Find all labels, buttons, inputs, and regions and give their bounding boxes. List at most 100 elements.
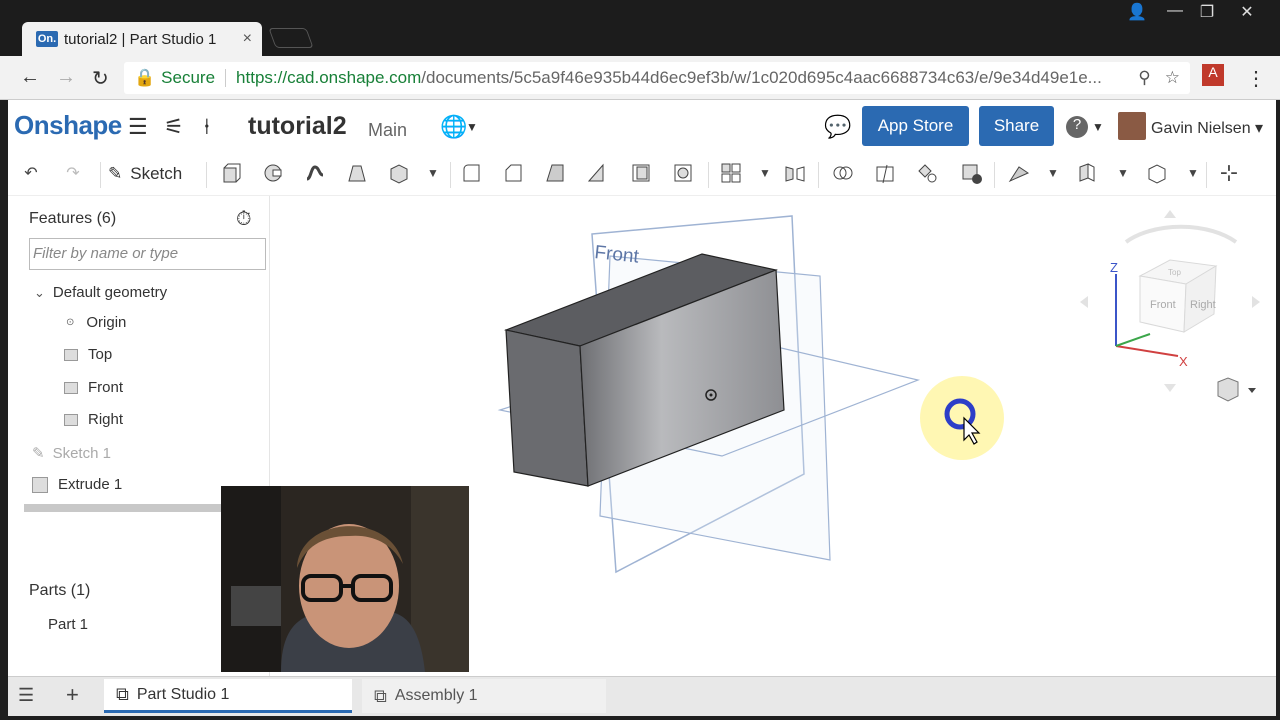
- feature-origin[interactable]: ⊙ Origin: [66, 314, 126, 331]
- feature-extrude-1[interactable]: Extrude 1: [32, 476, 122, 493]
- globe-icon[interactable]: 🌐: [440, 114, 467, 140]
- loft-icon[interactable]: [344, 160, 370, 186]
- document-tabs-bar: ☰ + ⧉ Part Studio 1 ⧉ Assembly 1: [8, 676, 1276, 716]
- onshape-logo[interactable]: Onshape: [14, 110, 122, 141]
- pattern-icon[interactable]: [718, 160, 744, 186]
- shell-icon[interactable]: [628, 160, 654, 186]
- part-1-item[interactable]: Part 1: [48, 616, 88, 633]
- close-tab-icon[interactable]: ×: [243, 30, 252, 48]
- panel-scrollbar[interactable]: [24, 504, 234, 512]
- delete-part-icon[interactable]: [958, 160, 984, 186]
- browser-tab[interactable]: On. tutorial2 | Part Studio 1 ×: [22, 22, 262, 56]
- address-bar: ← → ↻ 🔒 Secure https://cad.onshape.com/d…: [0, 56, 1280, 100]
- sheet-metal-icon[interactable]: [1074, 160, 1100, 186]
- feature-right-plane[interactable]: Right: [64, 411, 123, 428]
- fillet-icon[interactable]: [458, 160, 484, 186]
- reload-icon[interactable]: ↻: [92, 66, 109, 91]
- revolve-icon[interactable]: [260, 160, 286, 186]
- forward-icon[interactable]: →: [56, 66, 76, 89]
- feature-top-plane[interactable]: Top: [64, 346, 112, 363]
- minimize-icon[interactable]: —: [1158, 2, 1192, 20]
- modify-fillet-icon[interactable]: [1006, 160, 1032, 186]
- mirror-icon[interactable]: [782, 160, 808, 186]
- chevron-down-icon[interactable]: ⌄: [34, 285, 45, 301]
- url-host: https://cad.onshape.com: [236, 68, 422, 87]
- help-chevron-icon[interactable]: ▼: [1092, 120, 1104, 134]
- thicken-icon[interactable]: [386, 160, 412, 186]
- chamfer-icon[interactable]: [500, 160, 526, 186]
- divider: [994, 162, 995, 188]
- presenter-video: [221, 486, 469, 672]
- onshape-favicon-icon: On.: [36, 31, 58, 47]
- back-icon[interactable]: ←: [20, 66, 40, 89]
- plane-icon: [64, 381, 78, 394]
- divider: [206, 162, 207, 188]
- insert-icon[interactable]: ⍿: [204, 114, 210, 140]
- extrude-icon: [32, 476, 48, 493]
- chevron-down-icon[interactable]: ▼: [466, 120, 478, 134]
- feature-front-plane[interactable]: Front: [64, 379, 123, 396]
- document-title[interactable]: tutorial2: [248, 112, 347, 141]
- plane-icon[interactable]: [1144, 160, 1170, 186]
- chevron-down-icon[interactable]: [1248, 388, 1256, 393]
- tab-part-studio-1[interactable]: ⧉ Part Studio 1: [104, 679, 352, 713]
- chevron-down-icon[interactable]: ▼: [1180, 160, 1206, 186]
- view-cube[interactable]: Front Right Top: [1080, 210, 1260, 392]
- box-left-face[interactable]: [505, 329, 589, 487]
- tab-manager-icon[interactable]: ☰: [18, 685, 34, 706]
- add-custom-feature-icon[interactable]: ⊹: [1216, 160, 1242, 186]
- front-plane-label: Front: [593, 242, 640, 268]
- filter-input[interactable]: Filter by name or type: [29, 238, 266, 270]
- user-name[interactable]: Gavin Nielsen ▾: [1151, 118, 1263, 138]
- sketch-button[interactable]: ✎ Sketch: [108, 160, 182, 188]
- boolean-icon[interactable]: [830, 160, 856, 186]
- add-tab-icon[interactable]: +: [66, 682, 79, 708]
- help-icon[interactable]: ?: [1066, 116, 1088, 138]
- feature-list-icon[interactable]: ⚟: [164, 114, 184, 140]
- menu-kebab-icon[interactable]: ⋮: [1246, 66, 1266, 91]
- divider: [100, 162, 101, 188]
- feature-sketch-1[interactable]: ✎ Sketch 1: [32, 444, 111, 463]
- document-branch[interactable]: Main: [368, 120, 407, 141]
- transform-icon[interactable]: [914, 160, 940, 186]
- sweep-icon[interactable]: [302, 160, 328, 186]
- avatar[interactable]: [1118, 112, 1146, 140]
- hamburger-menu-icon[interactable]: ☰: [128, 114, 148, 140]
- bookmark-star-icon[interactable]: ☆: [1165, 68, 1180, 88]
- divider: [708, 162, 709, 188]
- share-button[interactable]: Share: [979, 106, 1054, 146]
- pdf-extension-icon[interactable]: A: [1202, 64, 1224, 86]
- feature-toolbar: ↶ ↷ ✎ Sketch ▼ ▼ ▼ ▼ ▼ ⊹: [8, 152, 1276, 196]
- chevron-down-icon[interactable]: ▼: [752, 160, 778, 186]
- rib-icon[interactable]: [584, 160, 610, 186]
- maximize-icon[interactable]: ❐: [1190, 2, 1224, 22]
- hole-icon[interactable]: [670, 160, 696, 186]
- url-path: /documents/5c5a9f46e935b44d6ec9ef3b/w/1c…: [421, 68, 1102, 87]
- chevron-down-icon[interactable]: ▼: [420, 160, 446, 186]
- app-store-button[interactable]: App Store: [862, 106, 969, 146]
- rollback-timer-icon[interactable]: ⏱: [236, 208, 252, 231]
- tab-assembly-1[interactable]: ⧉ Assembly 1: [362, 679, 606, 713]
- display-mode-icon[interactable]: [1217, 377, 1239, 402]
- undo-icon[interactable]: ↶: [18, 160, 44, 186]
- key-icon[interactable]: ⚲: [1138, 68, 1150, 88]
- chevron-down-icon[interactable]: ▼: [1110, 160, 1136, 186]
- divider: [450, 162, 451, 188]
- divider: [225, 69, 227, 87]
- browser-tabbar: On. tutorial2 | Part Studio 1 × 👤 — ❐ ✕: [0, 0, 1280, 56]
- extrude-icon[interactable]: [218, 160, 244, 186]
- new-tab-button[interactable]: [268, 28, 314, 48]
- lock-icon: 🔒: [134, 68, 156, 87]
- draft-icon[interactable]: [542, 160, 568, 186]
- sketch-label: Sketch: [130, 164, 183, 183]
- window-close-icon[interactable]: ✕: [1230, 2, 1264, 22]
- comments-icon[interactable]: 💬: [824, 114, 851, 140]
- url-field[interactable]: 🔒 Secure https://cad.onshape.com/documen…: [124, 62, 1190, 94]
- divider: [818, 162, 819, 188]
- chevron-down-icon[interactable]: ▼: [1040, 160, 1066, 186]
- default-geometry-folder[interactable]: ⌄ Default geometry: [34, 284, 167, 301]
- redo-icon[interactable]: ↷: [60, 160, 86, 186]
- cube-right-label: Right: [1190, 299, 1216, 311]
- split-icon[interactable]: [872, 160, 898, 186]
- profile-icon[interactable]: 👤: [1120, 2, 1154, 22]
